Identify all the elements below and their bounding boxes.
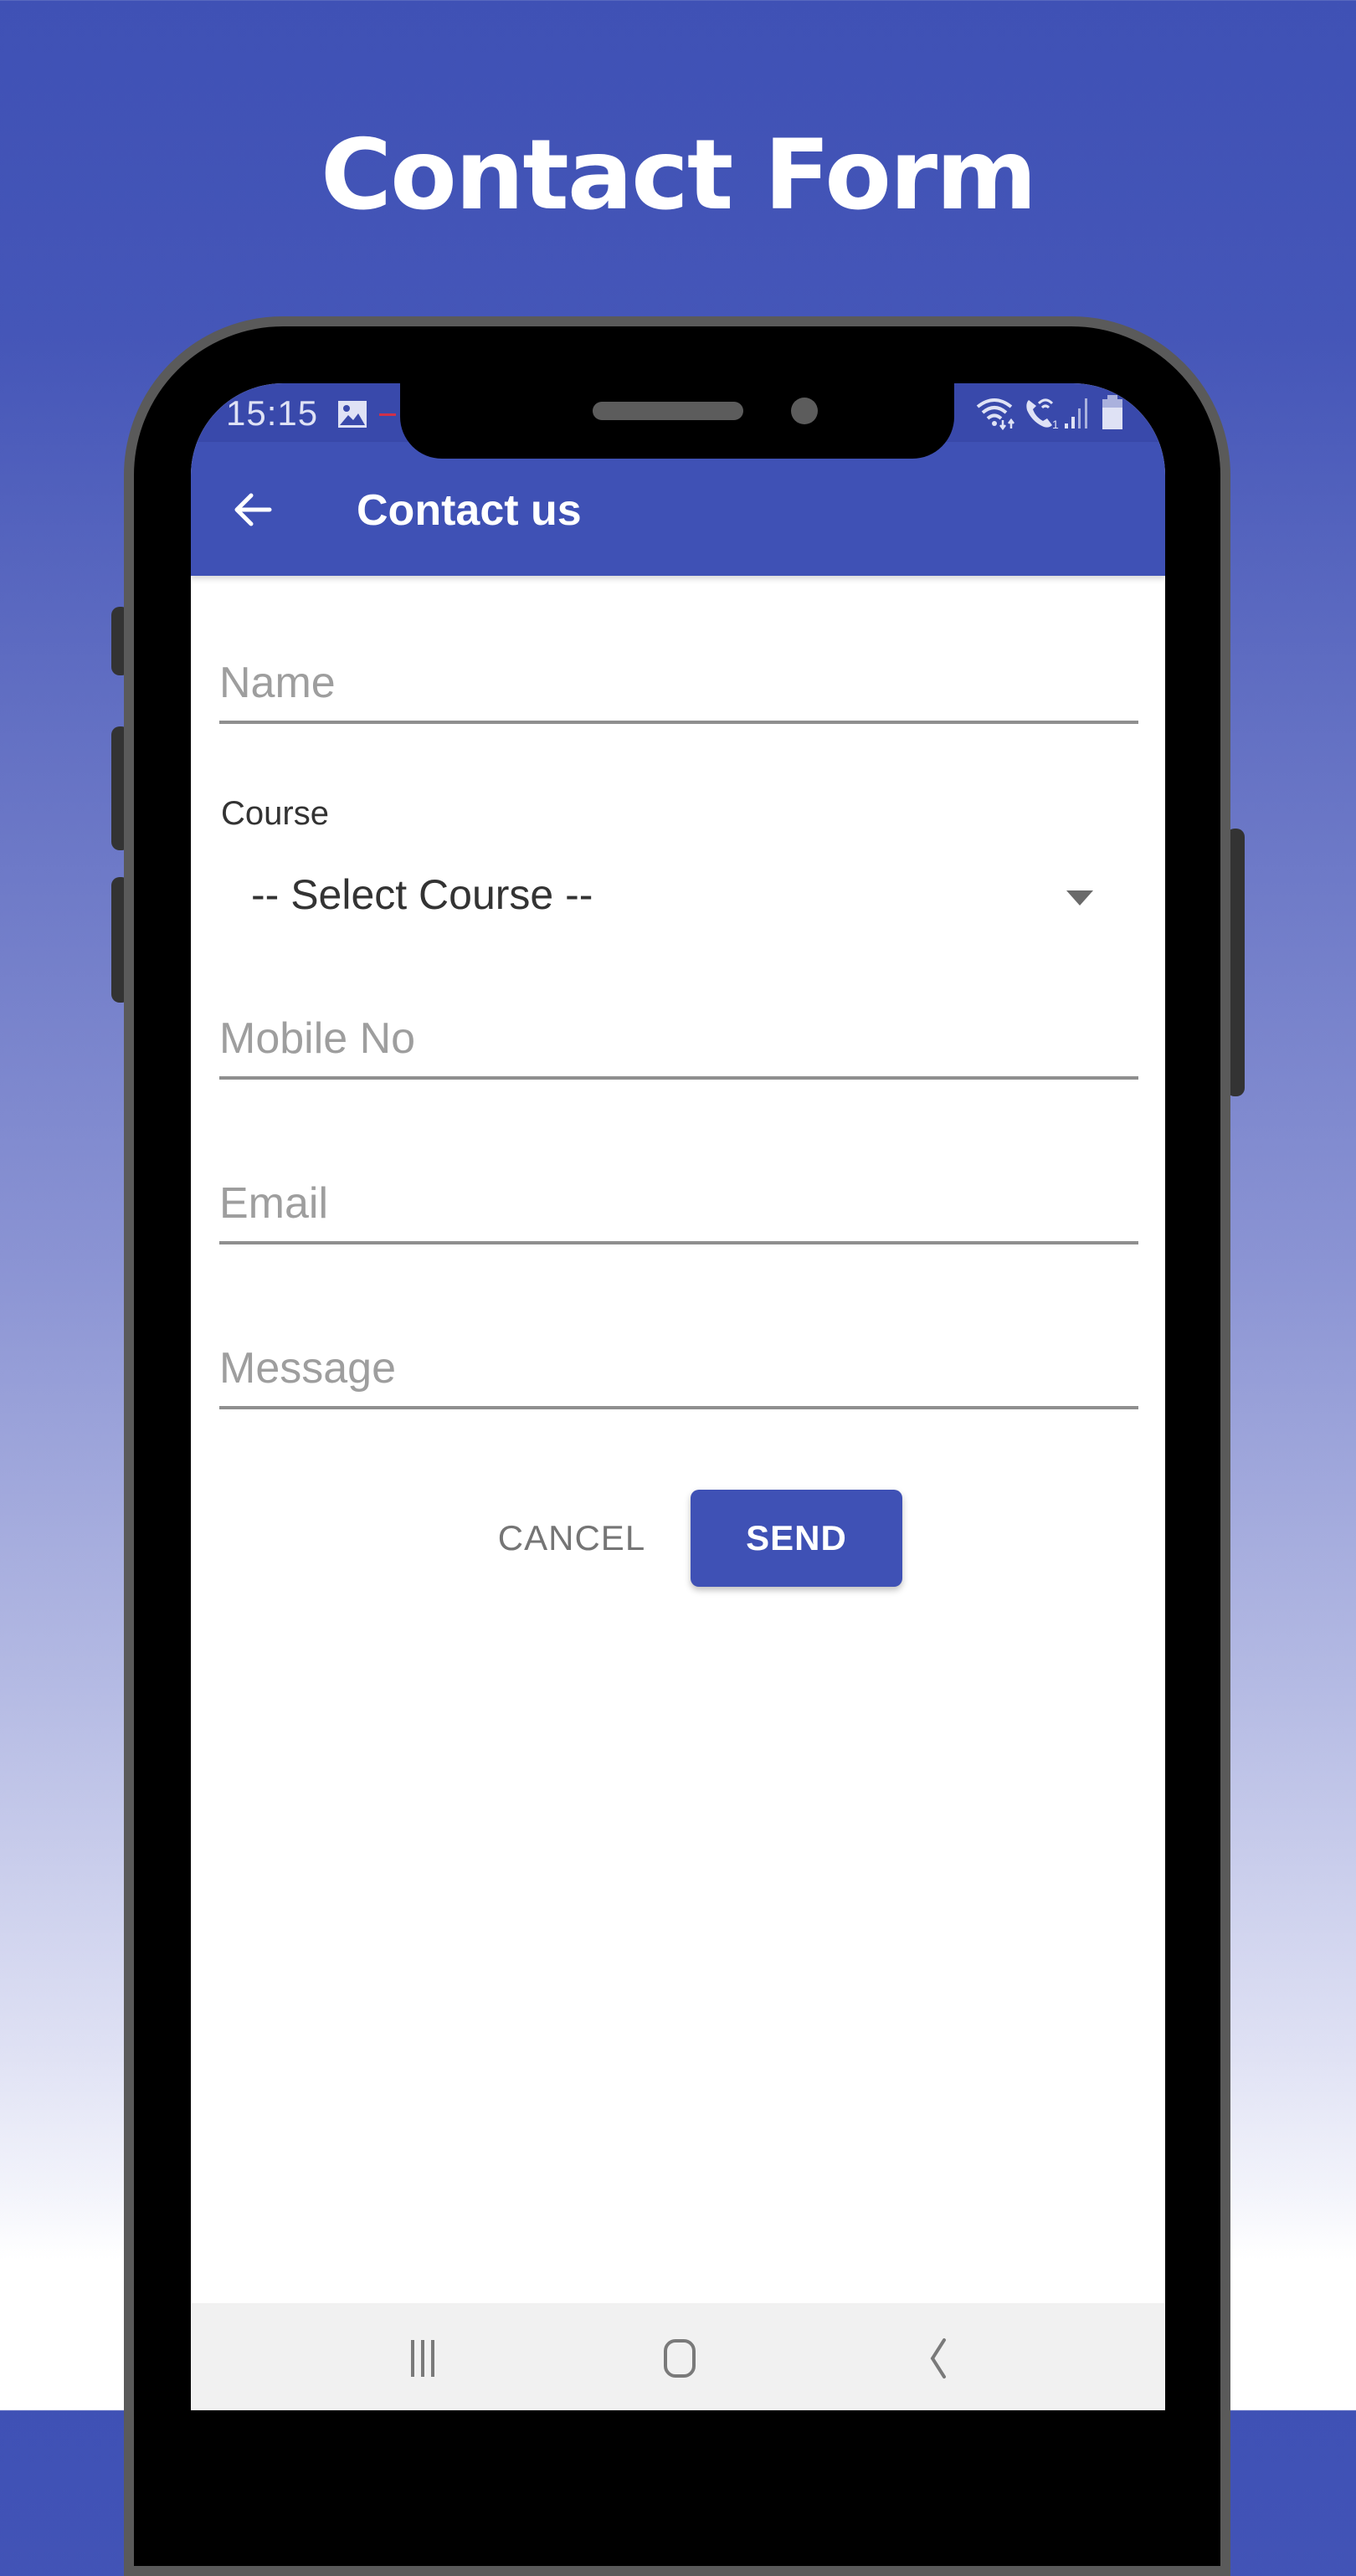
app-toolbar: Contact us xyxy=(191,442,1165,576)
course-select[interactable]: -- Select Course -- xyxy=(219,852,1138,936)
course-label: Course xyxy=(221,795,329,832)
dropdown-arrow-icon xyxy=(1066,890,1093,906)
front-camera xyxy=(791,398,818,424)
recent-apps-icon[interactable] xyxy=(389,2325,456,2392)
gallery-icon xyxy=(338,401,367,428)
cancel-button[interactable]: CANCEL xyxy=(475,1490,668,1587)
speaker-grille xyxy=(593,402,743,420)
arrow-left-icon[interactable] xyxy=(224,480,283,539)
back-icon[interactable] xyxy=(904,2325,971,2392)
message-input[interactable] xyxy=(219,1342,1138,1409)
send-button[interactable]: SEND xyxy=(691,1490,902,1587)
mobile-input[interactable] xyxy=(219,1013,1138,1080)
email-input[interactable] xyxy=(219,1178,1138,1244)
wifi-icon xyxy=(976,398,1014,430)
home-icon[interactable] xyxy=(646,2325,713,2392)
toolbar-title: Contact us xyxy=(357,486,582,535)
name-input[interactable] xyxy=(219,657,1138,724)
battery-icon xyxy=(1102,395,1122,429)
course-select-value: -- Select Course -- xyxy=(251,871,593,918)
promo-title: Contact Form xyxy=(320,119,1037,232)
status-time: 15:15 xyxy=(226,393,319,433)
notification-dot-icon xyxy=(379,413,396,416)
phone-screen: 15:15 1 Contact us Name Course -- Select… xyxy=(191,383,1165,2410)
svg-text:1: 1 xyxy=(1052,418,1059,430)
camera-notch xyxy=(400,383,954,459)
signal-icon xyxy=(1065,398,1087,428)
wifi-calling-icon: 1 xyxy=(1026,398,1059,430)
system-nav-bar xyxy=(191,2303,1165,2410)
